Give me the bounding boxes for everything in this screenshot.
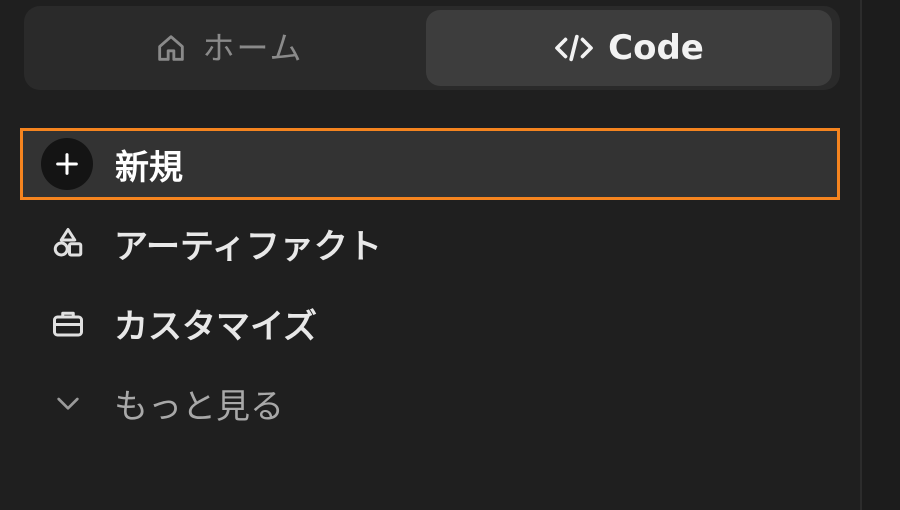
sidebar-item-customize[interactable]: カスタマイズ (20, 288, 840, 358)
sidebar-item-artifacts[interactable]: アーティファクト (20, 208, 840, 278)
mode-toggle: ホーム Code (24, 6, 840, 90)
shapes-icon (42, 217, 94, 269)
customize-label: カスタマイズ (114, 306, 317, 347)
chevron-down-icon (42, 377, 94, 429)
artifacts-label: アーティファクト (114, 226, 382, 267)
tab-home-label: ホーム (202, 29, 304, 67)
sidebar: ホーム Code 新規 アーティファクト カスタマイズ もっと見る (0, 0, 860, 510)
tab-code-label: Code (608, 28, 704, 68)
plus-icon (41, 138, 93, 190)
tab-code[interactable]: Code (426, 10, 832, 86)
more-label: もっと見る (114, 386, 284, 427)
app-window: ホーム Code 新規 アーティファクト カスタマイズ もっと見る (0, 0, 900, 510)
main-pane (862, 0, 900, 510)
briefcase-icon (42, 297, 94, 349)
new-button-label: 新規 (115, 147, 183, 188)
new-button[interactable]: 新規 (20, 128, 840, 200)
home-icon (154, 31, 188, 65)
sidebar-item-more[interactable]: もっと見る (20, 368, 840, 438)
tab-home[interactable]: ホーム (26, 10, 432, 86)
code-icon (554, 31, 594, 65)
